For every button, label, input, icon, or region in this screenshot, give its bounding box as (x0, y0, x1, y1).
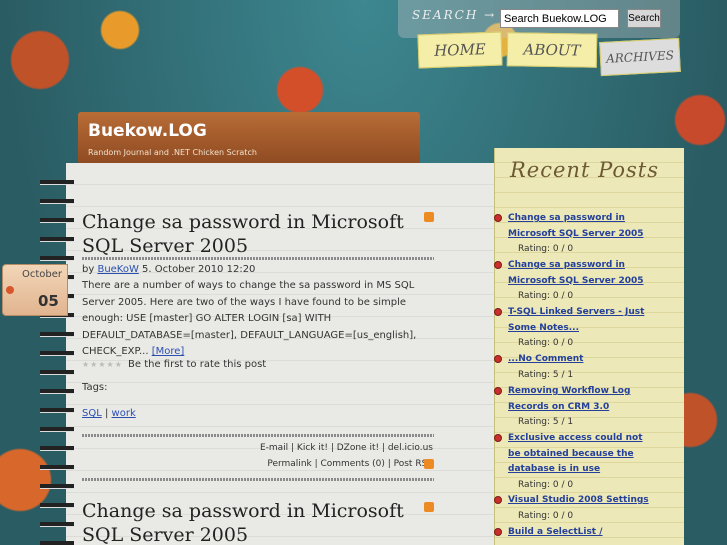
recent-post-rating: Rating: 0 / 0 (518, 479, 574, 490)
date-month: October (22, 269, 63, 280)
bullet-icon (494, 308, 502, 316)
divider (82, 257, 434, 260)
by-label: by (82, 264, 95, 275)
rss-icon[interactable] (424, 459, 434, 469)
recent-post-rating: Rating: 5 / 1 (518, 417, 574, 427)
more-link[interactable]: [More] (152, 346, 185, 357)
list-item: Change sa password in Microsoft SQL Serv… (494, 258, 654, 305)
sidebar-heading: Recent Posts (510, 158, 659, 182)
nav-home[interactable]: HOME (417, 31, 503, 69)
nav-about[interactable]: ABOUT (506, 32, 598, 68)
recent-post-link[interactable]: T-SQL Linked Servers - Just Some Notes..… (508, 305, 654, 336)
rating-text: Be the first to rate this post (128, 359, 267, 370)
date-day: 05 (38, 292, 59, 310)
recent-post-rating: Rating: 5 / 1 (518, 369, 574, 380)
recent-post-link[interactable]: Removing Workflow Log Records on CRM 3.0 (508, 384, 654, 415)
date-dot-icon (6, 286, 14, 294)
tags-label: Tags: (82, 382, 108, 393)
post-body: There are a number of ways to change the… (82, 280, 417, 357)
list-item: Visual Studio 2008 Settings Rating: 0 / … (494, 493, 654, 525)
rating-stars-icon[interactable]: ★★★★★ (82, 360, 123, 369)
bullet-icon (494, 496, 502, 504)
author-link[interactable]: BueKoW (97, 264, 138, 275)
rss-icon[interactable] (424, 502, 434, 512)
tag-links: SQL | work (82, 408, 136, 419)
recent-post-link[interactable]: Change sa password in Microsoft SQL Serv… (508, 211, 654, 242)
search-label: SEARCH → (412, 8, 497, 22)
bullet-icon (494, 387, 502, 395)
list-item: Exclusive access could not be obtained b… (494, 431, 654, 493)
recent-post-link[interactable]: ...No Comment (508, 352, 654, 368)
post-excerpt: There are a number of ways to change the… (82, 278, 420, 361)
list-item: T-SQL Linked Servers - Just Some Notes..… (494, 305, 654, 352)
share-links[interactable]: E-mail | Kick it! | DZone it! | del.icio… (260, 443, 433, 453)
tag-sql[interactable]: SQL (82, 408, 102, 419)
bullet-icon (494, 214, 502, 222)
post-title[interactable]: Change sa password in Microsoft SQL Serv… (82, 499, 412, 545)
post-title[interactable]: Change sa password in Microsoft SQL Serv… (82, 210, 412, 258)
nav-archives[interactable]: ARCHIVES (599, 37, 681, 77)
recent-posts-list: Change sa password in Microsoft SQL Serv… (494, 211, 654, 541)
rss-icon[interactable] (424, 212, 434, 222)
bullet-icon (494, 261, 502, 269)
list-item: Build a SelectList / (494, 525, 654, 541)
spiral-binding (40, 170, 74, 545)
post-date: 5. October 2010 12:20 (138, 264, 256, 275)
bullet-icon (494, 355, 502, 363)
blog-subtitle: Random Journal and .NET Chicken Scratch (88, 148, 257, 157)
post-meta: by BueKoW 5. October 2010 12:20 (82, 264, 255, 275)
search-input[interactable] (500, 9, 619, 28)
recent-post-link[interactable]: Build a SelectList / (508, 525, 654, 541)
divider (82, 478, 434, 481)
recent-post-link[interactable]: Visual Studio 2008 Settings (508, 493, 654, 509)
tag-work[interactable]: work (112, 408, 136, 419)
post-links[interactable]: Permalink | Comments (0) | Post RSS (267, 459, 433, 469)
list-item: Removing Workflow Log Records on CRM 3.0… (494, 384, 654, 431)
search-button[interactable]: Search (627, 9, 661, 28)
bullet-icon (494, 528, 502, 536)
divider (82, 434, 434, 437)
list-item: ...No Comment Rating: 5 / 1 (494, 352, 654, 384)
recent-post-link[interactable]: Change sa password in Microsoft SQL Serv… (508, 258, 654, 289)
recent-post-rating: Rating: 0 / 0 (518, 510, 574, 521)
post-links-text[interactable]: Permalink | Comments (0) | Post RSS (267, 459, 433, 469)
bullet-icon (494, 434, 502, 442)
recent-post-rating: Rating: 0 / 0 (518, 338, 574, 348)
list-item: Change sa password in Microsoft SQL Serv… (494, 211, 654, 258)
recent-post-rating: Rating: 0 / 0 (518, 244, 574, 254)
recent-post-rating: Rating: 0 / 0 (518, 291, 574, 301)
recent-post-link[interactable]: Exclusive access could not be obtained b… (508, 431, 654, 478)
blog-title[interactable]: Buekow.LOG (88, 121, 207, 141)
